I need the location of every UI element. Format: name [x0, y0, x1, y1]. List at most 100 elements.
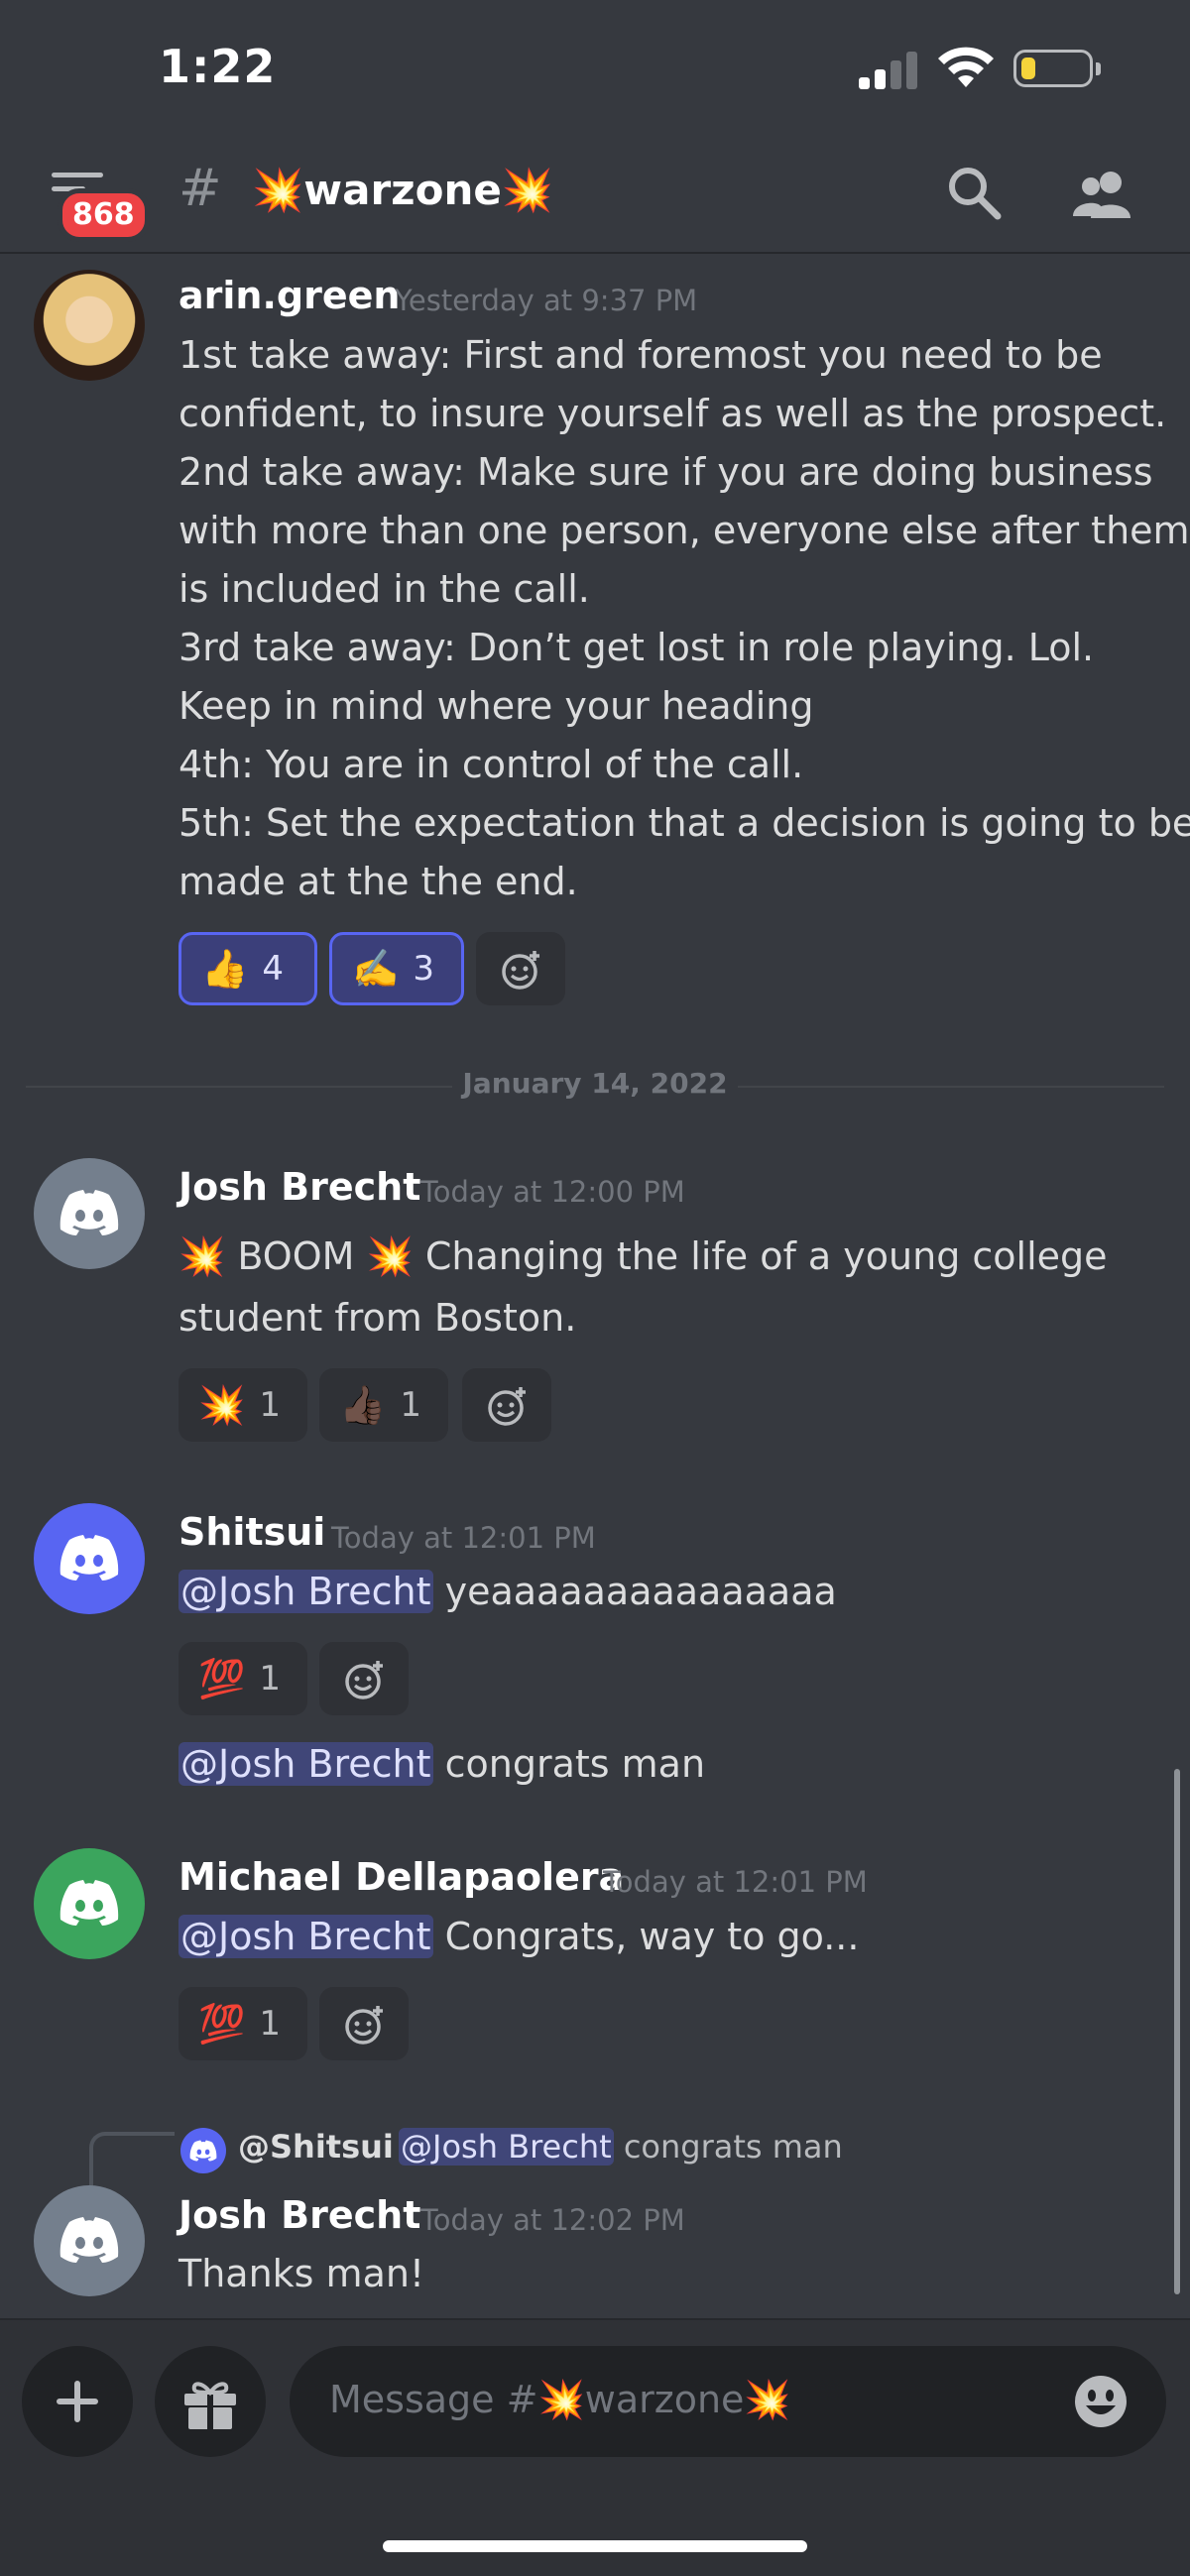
message-timestamp: Today at 12:01 PM — [603, 1865, 868, 1899]
reaction-hundred[interactable]: 💯 1 — [178, 1642, 307, 1715]
message-composer: Message #💥warzone💥 — [0, 2318, 1190, 2576]
reaction-thumbs-up[interactable]: 👍 4 — [178, 932, 317, 1005]
message-author[interactable]: Shitsui — [178, 1510, 325, 1554]
message-line: 3rd take away: Don’t get lost in role pl… — [178, 626, 1095, 669]
avatar[interactable] — [34, 1158, 145, 1269]
reaction-collision[interactable]: 💥 1 — [178, 1368, 307, 1442]
home-indicator[interactable] — [383, 2540, 807, 2552]
reply-author[interactable]: @Shitsui — [238, 2128, 394, 2166]
discord-logo-icon — [60, 1535, 119, 1581]
message-line: made at the the end. — [178, 860, 578, 903]
discord-logo-icon — [189, 2140, 217, 2162]
message-line: 5th: Set the expectation that a decision… — [178, 801, 1190, 845]
channel-header: 868 # 💥warzone💥 — [0, 139, 1190, 254]
add-reaction-icon — [488, 1387, 526, 1426]
message-line: 2nd take away: Make sure if you are doin… — [178, 450, 1153, 494]
wifi-icon — [938, 47, 994, 87]
message-author[interactable]: Josh Brecht — [178, 2193, 420, 2237]
reaction-count: 4 — [262, 949, 284, 989]
avatar[interactable] — [34, 1848, 145, 1959]
reaction-hundred[interactable]: 💯 1 — [178, 1987, 307, 2060]
channel-title[interactable]: 💥warzone💥 — [252, 166, 553, 215]
avatar[interactable] — [34, 270, 145, 381]
reply-connector — [89, 2132, 175, 2189]
message-text: Congrats, way to go... — [432, 1915, 860, 1958]
add-reaction-icon — [345, 1661, 383, 1699]
message-timestamp: Yesterday at 9:37 PM — [395, 284, 698, 317]
message-timestamp: Today at 12:02 PM — [420, 2203, 685, 2237]
user-mention: @Josh Brecht — [399, 2128, 614, 2166]
message-line: confident, to insure yourself as well as… — [178, 392, 1167, 435]
message-content: @Josh Brecht congrats man — [178, 1735, 1170, 1794]
message-line: 1st take away: First and foremost you ne… — [178, 333, 1103, 377]
date-divider: January 14, 2022 — [462, 1067, 728, 1100]
channel-hash-icon: # — [178, 159, 222, 218]
message-input[interactable]: Message #💥warzone💥 — [290, 2346, 1166, 2457]
thumbs-up-icon: 👍🏿 — [339, 1383, 387, 1427]
message-content: @Josh Brecht Congrats, way to go... — [178, 1908, 1170, 1966]
message-line: Keep in mind where your heading — [178, 684, 814, 728]
status-clock: 1:22 — [159, 40, 277, 93]
message-text: yeaaaaaaaaaaaaaaa — [432, 1570, 837, 1613]
unread-mentions-badge: 868 — [58, 188, 150, 242]
add-reaction-icon — [502, 951, 539, 990]
reply-preview[interactable]: @Josh Brecht congrats man — [399, 2128, 843, 2166]
reaction-count: 1 — [400, 1385, 421, 1425]
hundred-points-icon: 💯 — [198, 1657, 246, 1700]
plus-icon — [57, 2381, 98, 2422]
discord-logo-icon — [60, 2217, 119, 2263]
scrollbar[interactable] — [1174, 1769, 1180, 2294]
message-content: @Josh Brecht yeaaaaaaaaaaaaaaa — [178, 1563, 1170, 1621]
reply-preview-text: congrats man — [613, 2128, 843, 2166]
thumbs-up-icon: 👍 — [201, 947, 249, 991]
add-reaction-icon — [345, 2006, 383, 2045]
reaction-count: 1 — [259, 1659, 281, 1698]
add-reaction-button[interactable] — [476, 932, 565, 1005]
search-icon[interactable] — [944, 163, 1004, 222]
message-author[interactable]: arin.green — [178, 274, 400, 317]
date-divider-line — [26, 1086, 452, 1088]
user-mention[interactable]: @Josh Brecht — [178, 1570, 433, 1613]
message-author[interactable]: Josh Brecht — [178, 1165, 420, 1209]
writing-hand-icon: ✍️ — [352, 947, 400, 991]
discord-logo-icon — [60, 1880, 119, 1926]
reply-avatar — [180, 2128, 226, 2173]
add-attachment-button[interactable] — [22, 2346, 133, 2457]
user-mention[interactable]: @Josh Brecht — [178, 1915, 433, 1958]
message-author[interactable]: Michael Dellapaolera — [178, 1855, 624, 1899]
message-timestamp: Today at 12:01 PM — [331, 1521, 596, 1555]
emoji-picker-icon[interactable] — [1073, 2374, 1129, 2429]
status-bar: 1:22 — [0, 0, 1190, 139]
add-reaction-button[interactable] — [462, 1368, 551, 1442]
avatar[interactable] — [34, 1503, 145, 1614]
add-reaction-button[interactable] — [319, 1642, 409, 1715]
collision-icon: 💥 — [198, 1383, 246, 1427]
reaction-count: 1 — [259, 1385, 281, 1425]
message-text: congrats man — [432, 1742, 706, 1786]
gift-icon — [184, 2382, 236, 2429]
message-line: 💥 BOOM 💥 Changing the life of a young co… — [178, 1234, 1108, 1278]
message-line: is included in the call. — [178, 567, 590, 611]
message-content: 💥 BOOM 💥 Changing the life of a young co… — [178, 1226, 1170, 1348]
message-line: with more than one person, everyone else… — [178, 509, 1190, 552]
hundred-points-icon: 💯 — [198, 2002, 246, 2046]
reaction-thumbs-up-dark[interactable]: 👍🏿 1 — [319, 1368, 448, 1442]
message-content: Thanks man! — [178, 2252, 425, 2295]
reaction-count: 1 — [259, 2004, 281, 2044]
avatar[interactable] — [34, 2185, 145, 2296]
discord-logo-icon — [60, 1190, 119, 1235]
user-mention[interactable]: @Josh Brecht — [178, 1742, 433, 1786]
message-line: 4th: You are in control of the call. — [178, 743, 804, 786]
date-divider-line — [738, 1086, 1164, 1088]
message-content: 1st take away: First and foremost you ne… — [178, 326, 1190, 911]
message-line: student from Boston. — [178, 1296, 577, 1340]
battery-icon — [1013, 50, 1101, 87]
reaction-writing-hand[interactable]: ✍️ 3 — [329, 932, 464, 1005]
cellular-signal-icon — [859, 50, 918, 89]
reaction-count: 3 — [413, 949, 434, 989]
message-input-placeholder: Message #💥warzone💥 — [329, 2378, 791, 2421]
gift-button[interactable] — [155, 2346, 266, 2457]
message-timestamp: Today at 12:00 PM — [420, 1175, 685, 1209]
add-reaction-button[interactable] — [319, 1987, 409, 2060]
members-icon[interactable] — [1071, 167, 1136, 222]
